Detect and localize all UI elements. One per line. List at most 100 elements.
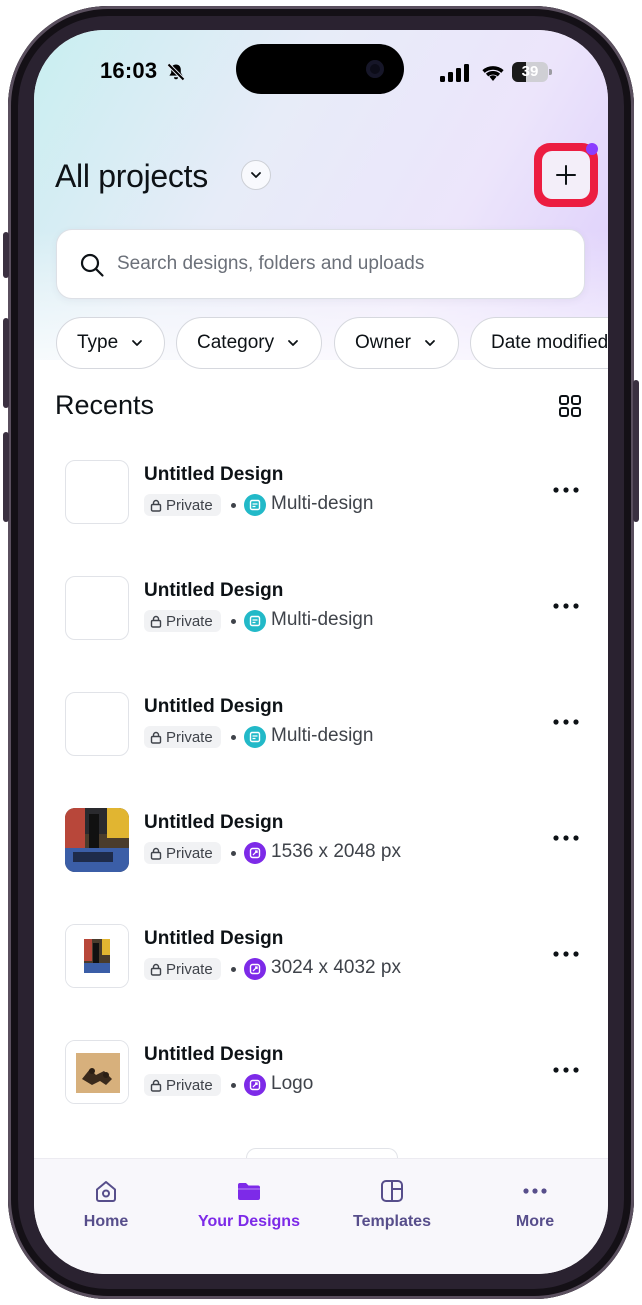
lock-icon (150, 963, 162, 976)
filter-date-modified-label: Date modified (491, 332, 608, 353)
filter-chips: Type Category Owner Date modified (56, 317, 608, 369)
design-thumbnail (65, 1040, 129, 1104)
search-icon (80, 253, 104, 277)
filter-category-label: Category (197, 332, 275, 353)
grid-view-icon[interactable] (558, 394, 582, 418)
tab-home[interactable]: Home (46, 1173, 166, 1233)
design-thumbnail (65, 808, 129, 872)
more-options-button[interactable] (550, 474, 582, 506)
lock-icon (150, 615, 162, 628)
chevron-down-icon (425, 340, 435, 346)
page-title: All projects (55, 158, 208, 194)
bell-off-icon (167, 63, 185, 81)
design-thumbnail (65, 924, 129, 988)
wifi-icon (482, 66, 504, 81)
custom-size-icon (244, 958, 266, 980)
tab-your-designs[interactable]: Your Designs (189, 1173, 309, 1233)
design-type-label: 1536 x 2048 px (271, 841, 401, 862)
ellipsis-icon (553, 1067, 579, 1073)
volume-up-button (3, 318, 9, 408)
volume-down-button (3, 432, 9, 522)
tab-more[interactable]: More (475, 1173, 595, 1233)
privacy-badge: Private (144, 726, 221, 748)
create-button[interactable] (542, 151, 590, 199)
filter-owner-chip[interactable]: Owner (334, 317, 459, 369)
action-button (3, 232, 9, 278)
design-list-item[interactable]: Untitled Design Private 1536 x 2048 px (34, 808, 608, 924)
camera-icon (366, 60, 384, 78)
tab-templates-label: Templates (353, 1213, 431, 1230)
ellipsis-icon (553, 835, 579, 841)
multi-design-icon (244, 610, 266, 632)
lock-icon (150, 847, 162, 860)
notification-dot (586, 143, 598, 155)
photo-thumbnail-image (65, 808, 129, 872)
home-icon (96, 1181, 116, 1202)
design-list-item[interactable]: Untitled Design Private Multi-design (34, 692, 608, 808)
more-options-button[interactable] (550, 590, 582, 622)
lock-icon (150, 499, 162, 512)
ellipsis-icon (553, 603, 579, 609)
plus-icon (556, 165, 576, 185)
design-type-label: Multi-design (271, 493, 374, 514)
privacy-label: Private (166, 960, 213, 978)
search-bar[interactable] (56, 229, 585, 299)
lock-icon (150, 731, 162, 744)
ellipsis-icon (553, 487, 579, 493)
filter-category-chip[interactable]: Category (176, 317, 322, 369)
filter-date-modified-chip[interactable]: Date modified (470, 317, 608, 369)
projects-dropdown-button[interactable] (241, 160, 271, 190)
privacy-label: Private (166, 728, 213, 746)
more-icon (523, 1188, 547, 1194)
privacy-badge: Private (144, 1074, 221, 1096)
more-options-button[interactable] (550, 706, 582, 738)
templates-icon (381, 1180, 403, 1202)
photo-thumbnail-image (66, 925, 128, 987)
custom-size-icon (244, 1074, 266, 1096)
design-list-item[interactable]: Untitled Design Private Multi-design (34, 576, 608, 692)
privacy-label: Private (166, 844, 213, 862)
tab-your-designs-label: Your Designs (198, 1213, 300, 1230)
ellipsis-icon (553, 951, 579, 957)
bottom-tab-bar: Home Your Designs Templates More (34, 1158, 608, 1274)
logo-thumbnail-image (66, 1041, 128, 1103)
multi-design-icon (244, 494, 266, 516)
privacy-badge: Private (144, 958, 221, 980)
design-list-item[interactable]: Untitled Design Private 3024 x 4032 px (34, 924, 608, 1040)
design-title: Untitled Design (144, 1044, 284, 1065)
more-options-button[interactable] (550, 1054, 582, 1086)
chevron-down-icon (251, 172, 261, 178)
design-list-item[interactable]: Untitled Design Private Logo (34, 1040, 608, 1156)
privacy-label: Private (166, 496, 213, 514)
recents-heading: Recents (55, 390, 155, 420)
design-type-label: Multi-design (271, 725, 374, 746)
privacy-label: Private (166, 1076, 213, 1094)
design-title: Untitled Design (144, 464, 284, 485)
privacy-badge: Private (144, 494, 221, 516)
design-list-item[interactable]: Untitled Design Private Multi-design (34, 460, 608, 576)
design-title: Untitled Design (144, 580, 284, 601)
tab-home-label: Home (83, 1213, 129, 1230)
multi-design-icon (244, 726, 266, 748)
design-title: Untitled Design (144, 696, 284, 717)
more-options-button[interactable] (550, 822, 582, 854)
power-button (633, 380, 639, 522)
privacy-badge: Private (144, 842, 221, 864)
tab-templates[interactable]: Templates (332, 1173, 452, 1233)
search-input[interactable] (117, 242, 557, 286)
tab-more-label: More (515, 1213, 555, 1230)
design-title: Untitled Design (144, 812, 284, 833)
design-type-label: Multi-design (271, 609, 374, 630)
lock-icon (150, 1079, 162, 1092)
filter-type-chip[interactable]: Type (56, 317, 165, 369)
status-time: 16:03 (100, 58, 158, 83)
design-thumbnail (65, 576, 129, 640)
filter-owner-label: Owner (355, 332, 411, 353)
design-thumbnail (65, 460, 129, 524)
battery-percentage: 39 (521, 63, 539, 80)
design-thumbnail (65, 692, 129, 756)
cellular-signal-icon (440, 64, 469, 82)
screen: 16:03 39 All projects Search designs, fo… (34, 30, 608, 1274)
custom-size-icon (244, 842, 266, 864)
more-options-button[interactable] (550, 938, 582, 970)
